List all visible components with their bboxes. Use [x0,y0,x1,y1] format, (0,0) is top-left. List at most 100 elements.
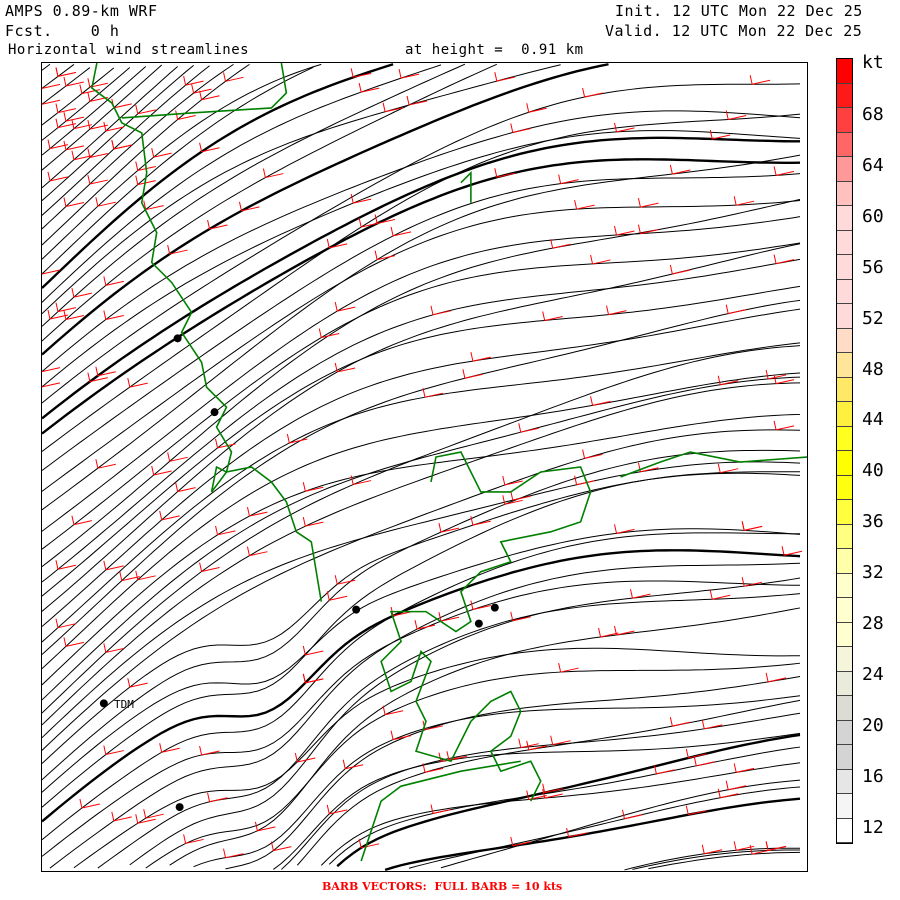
wind-barb [733,763,755,773]
colorbar-label: 40 [862,460,884,482]
wind-barb [550,239,571,249]
colorbar-label: 36 [862,511,884,533]
colorbar-label: 68 [862,104,884,125]
streamline [42,429,801,751]
colorbar-swatch [837,230,852,255]
streamline [42,372,801,670]
station-dot[interactable] [352,605,361,614]
colorbar-swatch [837,549,852,574]
colorbar-swatch [837,377,852,402]
station-dot[interactable] [175,803,184,812]
wind-barb [773,254,795,265]
streamline [42,243,801,612]
streamline [129,577,801,866]
streamline [42,472,801,764]
colorbar-label: 56 [862,256,884,278]
wind-barb [669,264,691,275]
init-time: Init. 12 UTC Mon 22 Dec 25 [615,2,863,20]
wind-barb [135,814,156,824]
wind-barb [223,848,244,859]
wind-barb [749,75,771,85]
map-canvas [42,63,807,871]
colorbar-swatch [837,59,852,84]
streamline [169,607,801,866]
coastline-peninsula [380,451,592,802]
colorbar-swatch [837,132,852,157]
wind-barb [741,521,763,531]
wind-barb [773,374,795,385]
colorbar-swatch [837,745,852,770]
wind-barb [199,745,220,756]
colorbar-swatch [837,573,852,598]
wind-barb [725,304,747,315]
wind-barb [207,792,228,803]
wind-barb [709,129,731,140]
streamline [408,786,801,869]
colorbar-swatch [837,353,852,378]
streamline [42,242,801,550]
streamline [42,200,801,492]
wind-barb [765,672,787,683]
station-dot[interactable] [210,408,219,417]
colorbar-swatch [837,157,852,182]
colorbar-swatch [837,328,852,353]
colorbar-label: 60 [862,205,884,227]
colorbar-swatch [837,181,852,206]
streamline [42,345,801,714]
colorbar-swatch [837,524,852,549]
colorbar-swatch [837,426,852,451]
wind-barb [614,225,635,236]
station-dot[interactable] [474,619,483,628]
wind-barb [765,841,787,851]
valid-time: Valid. 12 UTC Mon 22 Dec 25 [605,22,863,40]
colorbar-swatch [837,720,852,745]
wind-barb [42,83,61,89]
wind-barb [709,590,731,600]
wind-barb [358,82,380,93]
wind-barb [701,719,723,730]
wind-barb [183,834,204,844]
forecast-hour: Fcst. 0 h [5,22,120,40]
shade-gray [171,382,232,502]
colorbar-label: 64 [862,154,884,176]
wind-barb [111,811,132,822]
colorbar-label: 52 [862,307,884,329]
colorbar-label: 16 [862,765,884,787]
wind-barb [558,662,579,673]
wind-barb [462,369,483,379]
colorbar-swatch [837,108,852,133]
streamline [42,382,801,726]
streamline [273,732,801,870]
wind-barb [733,196,755,206]
colorbar-label: 28 [862,613,884,634]
colorbar [836,58,853,844]
station-dot[interactable] [490,603,499,612]
wind-barb [422,388,444,398]
colorbar-swatch [837,206,852,231]
colorbar-swatch [837,500,852,525]
colorbar-swatch [837,304,852,329]
colorbar-swatch [837,818,852,843]
colorbar-swatch [837,279,852,304]
colorbar-swatch [837,598,852,623]
colorbar-swatch [837,402,852,427]
station-dot-tdm[interactable] [99,699,108,708]
colorbar-label: 20 [862,714,884,736]
station-label-tdm: TDM [114,698,134,711]
wind-streamline-map[interactable]: TDM [41,62,808,872]
station-dot[interactable] [173,334,182,343]
wind-barb [518,423,539,433]
streamline [624,847,801,871]
colorbar-swatch [837,794,852,819]
colorbar-label: 44 [862,409,884,431]
wind-barb [574,199,595,210]
shade-gray [590,751,731,812]
wind-barb [669,717,691,727]
streamline [648,851,801,870]
colorbar-swatch [837,622,852,647]
shade-gray [271,481,352,622]
streamline [42,63,51,71]
wind-barb [470,351,491,362]
wind-barb [582,87,603,98]
wind-barb [430,305,452,316]
